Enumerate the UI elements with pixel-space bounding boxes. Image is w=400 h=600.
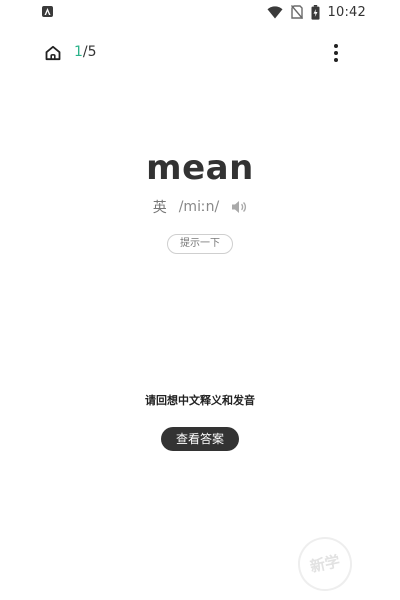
wifi-icon — [267, 5, 283, 18]
status-icons: 10:42 — [267, 3, 366, 21]
recall-prompt: 请回想中文释义和发音 — [145, 394, 255, 407]
show-answer-button[interactable]: 查看答案 — [161, 427, 239, 451]
watermark-logo: 新学 — [292, 531, 358, 597]
hint-button[interactable]: 提示一下 — [167, 234, 233, 254]
battery-charging-icon — [311, 4, 320, 20]
speaker-icon[interactable] — [231, 200, 247, 214]
status-time: 10:42 — [327, 4, 366, 20]
no-sim-icon — [290, 5, 303, 19]
pronunciation-row: 英 /miːn/ — [0, 197, 400, 217]
progress-current: 1 — [74, 44, 83, 60]
phonetic-text: /miːn/ — [178, 199, 220, 215]
word-text: mean — [146, 148, 254, 188]
app-notification-icon — [42, 6, 53, 17]
progress-indicator: 1/5 — [74, 44, 97, 60]
watermark-text: 新学 — [308, 552, 342, 576]
progress-total: /5 — [82, 44, 97, 60]
home-icon[interactable] — [44, 44, 62, 62]
more-vertical-icon[interactable] — [328, 41, 344, 65]
top-nav-bar: 1/5 — [0, 36, 400, 70]
status-bar: 10:42 — [0, 0, 400, 24]
accent-label: 英 — [152, 200, 167, 216]
